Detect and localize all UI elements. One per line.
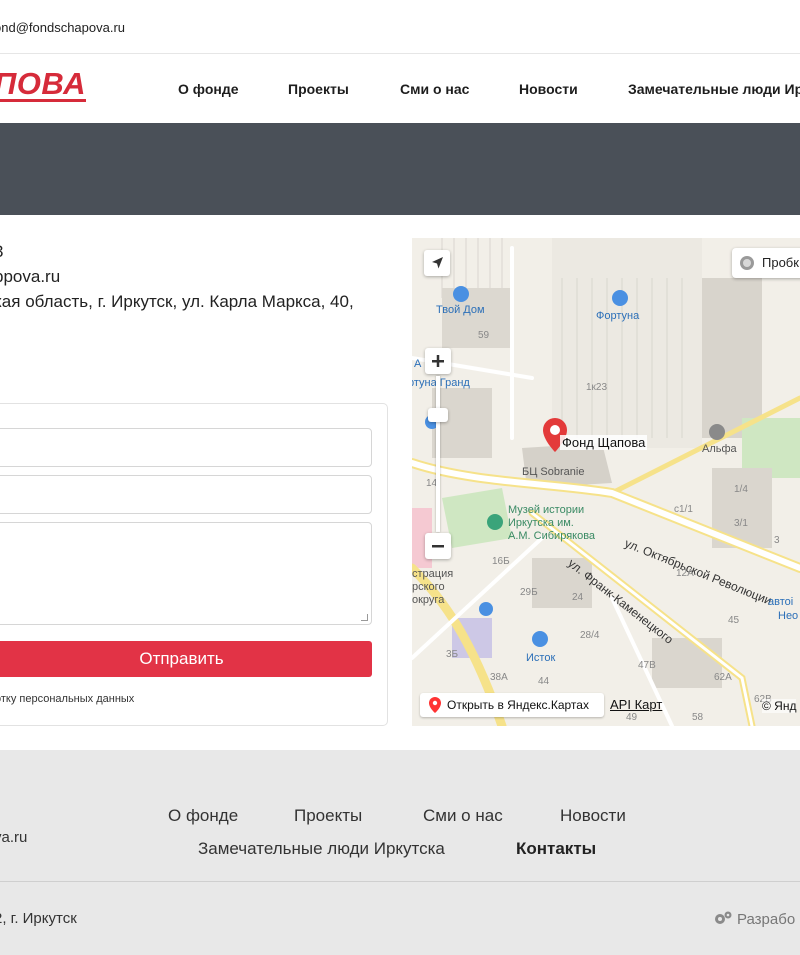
transit-icon — [479, 602, 493, 616]
footer-site[interactable]: va.ru — [0, 829, 27, 846]
map-label-admin-2: рского — [412, 581, 445, 593]
map-num-1k23: 1к23 — [586, 382, 608, 393]
main-nav: О фонде Проекты Сми о нас Новости Замеча… — [0, 81, 800, 99]
open-in-yandex-button[interactable]: Открыть в Яндекс.Картах — [420, 693, 604, 717]
footer-nav-contacts[interactable]: Контакты — [516, 839, 596, 859]
top-bar: ond@fondschapova.ru — [0, 0, 800, 54]
map-label-auto-2: Нео — [778, 610, 799, 622]
contact-field[interactable] — [0, 475, 372, 514]
footer-nav-people[interactable]: Замечательные люди Иркутска — [198, 839, 445, 859]
api-maps-link[interactable]: API Карт — [610, 697, 662, 712]
navigation-arrow-icon — [432, 257, 443, 269]
nav-item-about[interactable]: О фонде — [178, 81, 239, 97]
map-label-admin-1: страция — [412, 568, 454, 580]
map-label-admin-3: округа — [412, 594, 445, 606]
map-num-1-4: 1/4 — [734, 484, 748, 495]
map-label-istok: Исток — [526, 652, 556, 664]
map-num-29b: 29Б — [520, 587, 538, 598]
map-num-16b: 16Б — [492, 556, 510, 567]
map-num-3b: 3Б — [446, 649, 459, 660]
open-in-yandex-label: Открыть в Яндекс.Картах — [447, 698, 589, 712]
minus-icon — [432, 545, 444, 548]
site-footer: va.ru О фонде Проекты Сми о нас Новости … — [0, 750, 800, 955]
map-label-museum-2: Иркутска им. — [508, 517, 574, 529]
footer-nav-media[interactable]: Сми о нас — [423, 806, 503, 826]
map-num-47b: 47В — [638, 660, 656, 671]
message-textarea[interactable] — [0, 522, 372, 625]
map-label-a: А — [414, 358, 422, 370]
map-place-label[interactable]: Фонд Щапова — [560, 435, 648, 450]
footer-divider — [0, 881, 800, 882]
shop-icon — [532, 631, 548, 647]
map-num-c1-1: с1/1 — [674, 504, 693, 515]
geolocation-button[interactable] — [424, 250, 450, 276]
bank-icon — [709, 424, 725, 440]
nav-item-projects[interactable]: Проекты — [288, 81, 349, 97]
map-num-59: 59 — [478, 330, 490, 341]
museum-icon — [487, 514, 503, 530]
map-num-45: 45 — [728, 615, 740, 626]
yandex-map[interactable]: Фонд Щапова Твой Дом Фортуна ртуна Гранд… — [412, 238, 800, 726]
header-email-link[interactable]: ond@fondschapova.ru — [0, 20, 125, 35]
traffic-light-icon — [740, 256, 754, 270]
map-num-3: 3 — [774, 535, 780, 546]
map-label-tvoy-dom: Твой Дом — [436, 304, 485, 316]
map-num-58: 58 — [692, 712, 704, 723]
map-label-museum-3: А.М. Сибирякова — [508, 530, 596, 542]
traffic-label: Пробк — [762, 255, 799, 270]
main-header: ПОВА О фонде Проекты Сми о нас Новости З… — [0, 54, 800, 123]
traffic-button[interactable]: Пробк — [732, 248, 800, 278]
zoom-track[interactable] — [436, 376, 440, 532]
map-pin-icon — [429, 697, 441, 713]
map-label-alfa: Альфа — [702, 443, 737, 455]
zoom-slider-handle[interactable] — [428, 408, 448, 422]
page-banner — [0, 123, 800, 215]
map-label-museum-1: Музей истории — [508, 504, 585, 516]
footer-nav-projects[interactable]: Проекты — [294, 806, 362, 826]
map-label-auto-1: автоі — [768, 596, 794, 608]
map-num-12a: 12А — [676, 568, 694, 579]
map-label-fortuna: Фортуна — [596, 310, 640, 322]
map-num-24: 24 — [572, 592, 584, 603]
footer-address: 2, г. Иркутск — [0, 910, 77, 927]
footer-nav-about[interactable]: О фонде — [168, 806, 238, 826]
plus-icon — [432, 355, 444, 367]
nav-item-media[interactable]: Сми о нас — [400, 81, 469, 97]
submit-button[interactable]: Отправить — [0, 641, 372, 677]
map-label-bc: БЦ Sobranie — [522, 466, 585, 478]
store-icon — [453, 286, 469, 302]
feedback-form: Отправить отку персональных данных — [0, 403, 388, 726]
consent-text: отку персональных данных — [0, 693, 135, 705]
car-icon — [612, 290, 628, 306]
developer-label: Разрабо — [737, 911, 796, 928]
zoom-out-button[interactable] — [425, 533, 451, 559]
gears-icon — [715, 911, 732, 924]
nav-item-people[interactable]: Замечательные люди Ирк — [628, 81, 800, 97]
map-num-44: 44 — [538, 676, 550, 687]
map-num-49: 49 — [626, 712, 638, 723]
zoom-in-button[interactable] — [425, 348, 451, 374]
contact-address: кая область, г. Иркутск, ул. Карла Маркс… — [0, 292, 354, 311]
zoom-control — [425, 348, 451, 562]
map-num-28-4: 28/4 — [580, 630, 600, 641]
contact-phone: 3 — [0, 242, 3, 262]
map-num-62a: 62А — [714, 672, 732, 683]
nav-item-news[interactable]: Новости — [519, 81, 578, 97]
map-num-38a: 38А — [490, 672, 508, 683]
developer-link[interactable]: Разрабо — [713, 910, 795, 928]
contact-site-link[interactable]: ppova.ru — [0, 267, 60, 287]
resize-handle[interactable] — [361, 614, 368, 621]
footer-nav-news[interactable]: Новости — [560, 806, 626, 826]
map-copyright[interactable]: © Янд — [762, 699, 797, 713]
name-field[interactable] — [0, 428, 372, 467]
map-num-3-1: 3/1 — [734, 518, 748, 529]
